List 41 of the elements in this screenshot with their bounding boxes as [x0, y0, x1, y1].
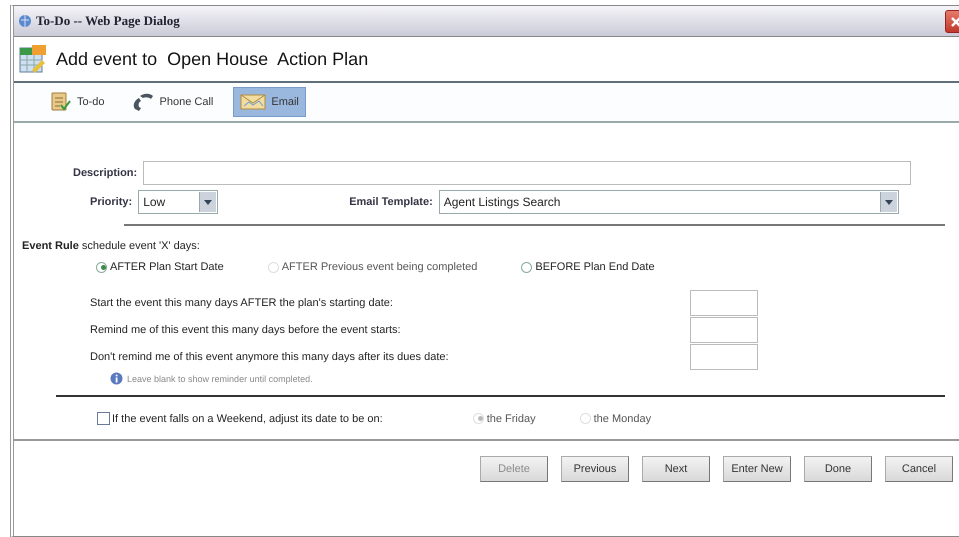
checklist-icon [50, 92, 72, 112]
tab[interactable]: Email [233, 87, 306, 117]
field-label: Priority: [90, 196, 132, 208]
template-dropdown[interactable]: Agent Listings Search [438, 190, 899, 214]
dialog-heading: Add event to Open House Action Plan [56, 48, 368, 70]
browser-icon [18, 14, 32, 28]
dialog-button[interactable]: Cancel [885, 456, 953, 482]
field-label: Description: [73, 167, 138, 179]
caret-icon [884, 200, 893, 204]
days-field[interactable] [690, 290, 758, 316]
envelope-icon [240, 93, 266, 111]
tab[interactable]: To-do [44, 87, 111, 117]
radio-button[interactable] [96, 262, 107, 272]
field-label: Don't remind me of this event anymore this many days after its dues date: [90, 351, 450, 363]
days-field[interactable] [690, 317, 758, 343]
tab[interactable]: Phone Call [124, 87, 220, 117]
radio-label: the Friday [486, 412, 536, 424]
priority-dropdown[interactable]: Low [138, 190, 218, 214]
radio-label: BEFORE Plan End Date [535, 261, 655, 273]
radio-button[interactable] [521, 262, 532, 272]
dialog-button[interactable]: Enter New [723, 456, 791, 482]
calendar-icon [18, 44, 48, 74]
field-label: Start the event this many days AFTER the plan's starting date: [90, 297, 394, 309]
radio-label: AFTER Plan Start Date [110, 261, 224, 273]
description-field[interactable] [143, 161, 912, 185]
field-label: Email Template: [349, 196, 433, 208]
checkbox[interactable] [97, 412, 110, 425]
dialog-button[interactable]: Previous [561, 456, 629, 482]
checkbox-label: If the event falls on a Weekend, adjust its date to be on: [112, 412, 383, 424]
dialog-button[interactable]: Done [804, 456, 872, 482]
info-icon [110, 372, 123, 385]
hint-text: Leave blank to show reminder until completed. [127, 374, 313, 384]
close-icon [951, 16, 959, 26]
days-field[interactable] [690, 344, 758, 370]
radio-label: AFTER Previous event being completed [282, 261, 478, 273]
section-heading: Event Rule schedule event 'X' days: [22, 240, 201, 252]
radio-label: the Monday [594, 412, 652, 424]
window-title: To-Do -- Web Page Dialog [36, 13, 180, 29]
field-label: Remind me of this event this many days before the event starts: [90, 324, 402, 336]
dialog-button[interactable]: Next [642, 456, 710, 482]
caret-icon [204, 200, 212, 204]
